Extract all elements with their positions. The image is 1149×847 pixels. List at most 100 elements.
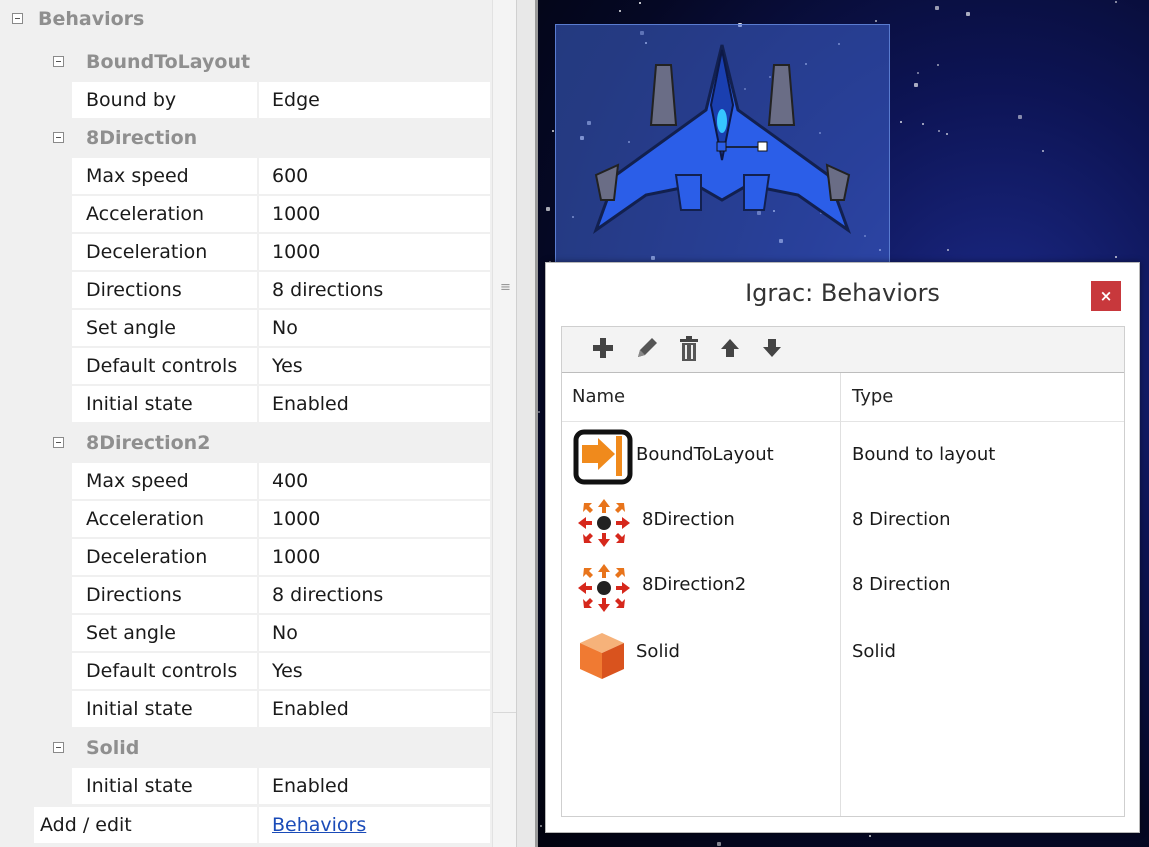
- section-behaviors[interactable]: Behaviors: [0, 0, 490, 38]
- properties-panel: Behaviors BoundToLayout Bound by Edge 8D…: [0, 0, 492, 847]
- property-row[interactable]: Deceleration 1000: [0, 538, 490, 576]
- property-row[interactable]: Deceleration 1000: [0, 233, 490, 271]
- star: [966, 12, 970, 16]
- property-row[interactable]: Initial state Enabled: [0, 690, 490, 728]
- star: [875, 20, 877, 22]
- move-up-icon[interactable]: [718, 335, 748, 365]
- add-edit-label: Add / edit: [40, 814, 132, 836]
- property-row[interactable]: Directions 8 directions: [0, 271, 490, 309]
- list-item[interactable]: BoundToLayout Bound to layout: [562, 422, 1124, 488]
- collapse-icon[interactable]: [53, 132, 64, 143]
- property-row[interactable]: Set angle No: [0, 614, 490, 652]
- property-row[interactable]: Set angle No: [0, 309, 490, 347]
- behavior-name: 8Direction2: [642, 574, 747, 595]
- add-icon[interactable]: [590, 335, 620, 365]
- star: [1042, 150, 1044, 152]
- property-value[interactable]: 1000: [272, 501, 320, 537]
- behavior-name: BoundToLayout: [636, 444, 774, 465]
- group-header-solid[interactable]: Solid: [0, 729, 490, 767]
- property-value[interactable]: 600: [272, 158, 308, 194]
- behavior-name: 8Direction: [642, 509, 735, 530]
- property-name: Set angle: [86, 622, 176, 644]
- panel-splitter[interactable]: ≡: [492, 0, 517, 847]
- group-title: 8Direction2: [86, 432, 211, 454]
- group-header-8direction[interactable]: 8Direction: [0, 119, 490, 157]
- property-name: Acceleration: [86, 508, 205, 530]
- property-row[interactable]: Directions 8 directions: [0, 576, 490, 614]
- collapse-icon[interactable]: [53, 437, 64, 448]
- property-row[interactable]: Initial state Enabled: [0, 767, 490, 805]
- delete-trash-icon[interactable]: [676, 335, 706, 365]
- property-row[interactable]: Default controls Yes: [0, 347, 490, 385]
- property-name: Deceleration: [86, 241, 208, 263]
- star: [552, 130, 554, 132]
- property-name: Directions: [86, 279, 182, 301]
- player-ship-sprite[interactable]: [555, 24, 890, 264]
- behavior-type: 8 Direction: [852, 574, 951, 595]
- star: [639, 2, 641, 4]
- star: [935, 6, 939, 10]
- property-value[interactable]: Enabled: [272, 386, 349, 422]
- group-title: 8Direction: [86, 127, 198, 149]
- star: [922, 123, 924, 125]
- collapse-icon[interactable]: [53, 742, 64, 753]
- behaviors-toolbar: [562, 327, 1124, 373]
- layout-ruler: [516, 0, 539, 847]
- star: [917, 72, 919, 74]
- property-value[interactable]: 400: [272, 463, 308, 499]
- property-value[interactable]: Yes: [272, 653, 303, 689]
- list-item[interactable]: 8Direction 8 Direction: [562, 487, 1124, 553]
- property-value[interactable]: Enabled: [272, 768, 349, 804]
- property-value[interactable]: 1000: [272, 539, 320, 575]
- star: [946, 133, 948, 135]
- collapse-icon[interactable]: [53, 56, 64, 67]
- property-row[interactable]: Acceleration 1000: [0, 500, 490, 538]
- splitter-grip-icon[interactable]: ≡: [500, 281, 511, 294]
- property-name: Acceleration: [86, 203, 205, 225]
- list-item[interactable]: 8Direction2 8 Direction: [562, 552, 1124, 618]
- column-header-name[interactable]: Name: [572, 373, 625, 421]
- close-button[interactable]: ×: [1091, 281, 1121, 311]
- property-row[interactable]: Acceleration 1000: [0, 195, 490, 233]
- collapse-icon[interactable]: [12, 13, 23, 24]
- property-value[interactable]: 8 directions: [272, 272, 383, 308]
- group-title: Solid: [86, 737, 140, 759]
- move-down-icon[interactable]: [760, 335, 790, 365]
- star: [937, 64, 939, 66]
- property-value[interactable]: No: [272, 615, 298, 651]
- vertical-scrollbar[interactable]: [493, 0, 517, 713]
- behavior-type: Bound to layout: [852, 444, 996, 465]
- behavior-type: 8 Direction: [852, 509, 951, 530]
- group-header-8direction2[interactable]: 8Direction2: [0, 424, 490, 462]
- property-row[interactable]: Max speed 600: [0, 157, 490, 195]
- edit-pencil-icon[interactable]: [634, 335, 664, 365]
- property-value[interactable]: 8 directions: [272, 577, 383, 613]
- property-name: Deceleration: [86, 546, 208, 568]
- property-value[interactable]: Yes: [272, 348, 303, 384]
- property-name: Initial state: [86, 698, 193, 720]
- property-value[interactable]: Edge: [272, 82, 320, 118]
- property-row[interactable]: Bound by Edge: [0, 81, 490, 119]
- property-row[interactable]: Default controls Yes: [0, 652, 490, 690]
- property-value[interactable]: 1000: [272, 234, 320, 270]
- property-row[interactable]: Max speed 400: [0, 462, 490, 500]
- property-row[interactable]: Initial state Enabled: [0, 385, 490, 423]
- property-name: Max speed: [86, 165, 189, 187]
- behavior-type: Solid: [852, 641, 896, 662]
- star: [869, 835, 871, 837]
- property-value[interactable]: 1000: [272, 196, 320, 232]
- property-value[interactable]: No: [272, 310, 298, 346]
- star: [1115, 256, 1117, 258]
- star: [538, 411, 540, 413]
- star: [1115, 1, 1117, 3]
- star: [900, 121, 902, 123]
- property-name: Directions: [86, 584, 182, 606]
- behaviors-link[interactable]: Behaviors: [272, 807, 366, 843]
- property-value[interactable]: Enabled: [272, 691, 349, 727]
- list-item[interactable]: Solid Solid: [562, 619, 1124, 685]
- star: [619, 10, 621, 12]
- eight-direction-icon: [572, 493, 632, 553]
- column-header-type[interactable]: Type: [852, 373, 893, 421]
- behaviors-dialog: Igrac: Behaviors × Name Type BoundToLayo…: [545, 262, 1140, 833]
- group-header-boundtolayout[interactable]: BoundToLayout: [0, 43, 490, 81]
